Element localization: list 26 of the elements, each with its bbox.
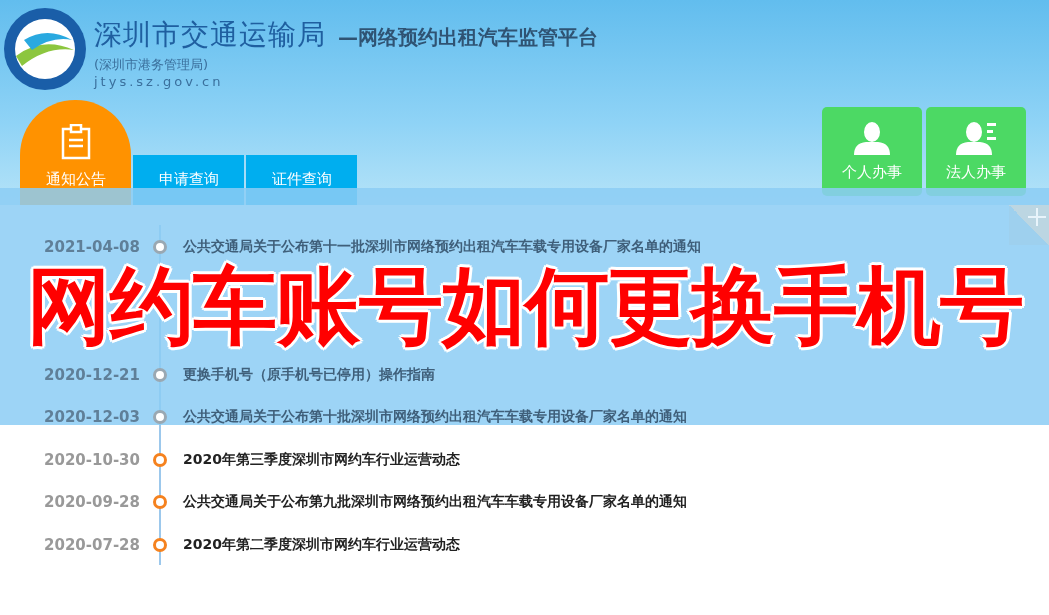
- notice-date: 2020-07-28: [43, 535, 140, 554]
- notice-link[interactable]: 更换手机号（原手机号已停用）操作指南: [183, 365, 435, 384]
- notice-link[interactable]: 2020年第二季度深圳市网约车行业运营动态: [183, 535, 460, 554]
- plus-icon: [1027, 207, 1047, 227]
- notice-link[interactable]: 2020年第三季度深圳市网约车行业运营动态: [183, 450, 460, 469]
- site-title: 深圳市交通运输局: [94, 17, 326, 53]
- site-note: (深圳市港务管理局): [94, 56, 210, 74]
- logo-icon: [2, 6, 88, 92]
- notice-date: 2020-10-30: [43, 450, 140, 469]
- notice-date: 2020-09-28: [43, 493, 140, 512]
- notice-date: 2021-04-08: [43, 238, 140, 257]
- platform-subtitle: —网络预约出租汽车监管平台: [338, 24, 598, 51]
- notice-link[interactable]: 公共交通局关于公布第十批深圳市网络预约出租汽车车载专用设备厂家名单的通知: [183, 408, 687, 427]
- notice-link[interactable]: 公共交通局关于公布第九批深圳市网络预约出租汽车车载专用设备厂家名单的通知: [183, 493, 687, 512]
- notice-date: 2020-12-21: [43, 365, 140, 384]
- banner-title: 网约车账号如何更换手机号: [26, 255, 1023, 357]
- notice-date: 2020-12-03: [43, 408, 140, 427]
- person-list-icon: [956, 121, 996, 155]
- person-icon: [854, 121, 890, 155]
- timeline-dot: [153, 495, 167, 510]
- expand-button[interactable]: [1009, 205, 1049, 245]
- timeline-dot: [153, 537, 167, 552]
- clipboard-icon: [60, 124, 91, 160]
- site-url: jtys.sz.gov.cn: [94, 74, 225, 89]
- timeline-dot: [153, 452, 167, 467]
- notice-link[interactable]: 公共交通局关于公布第十一批深圳市网络预约出租汽车车载专用设备厂家名单的通知: [183, 238, 701, 257]
